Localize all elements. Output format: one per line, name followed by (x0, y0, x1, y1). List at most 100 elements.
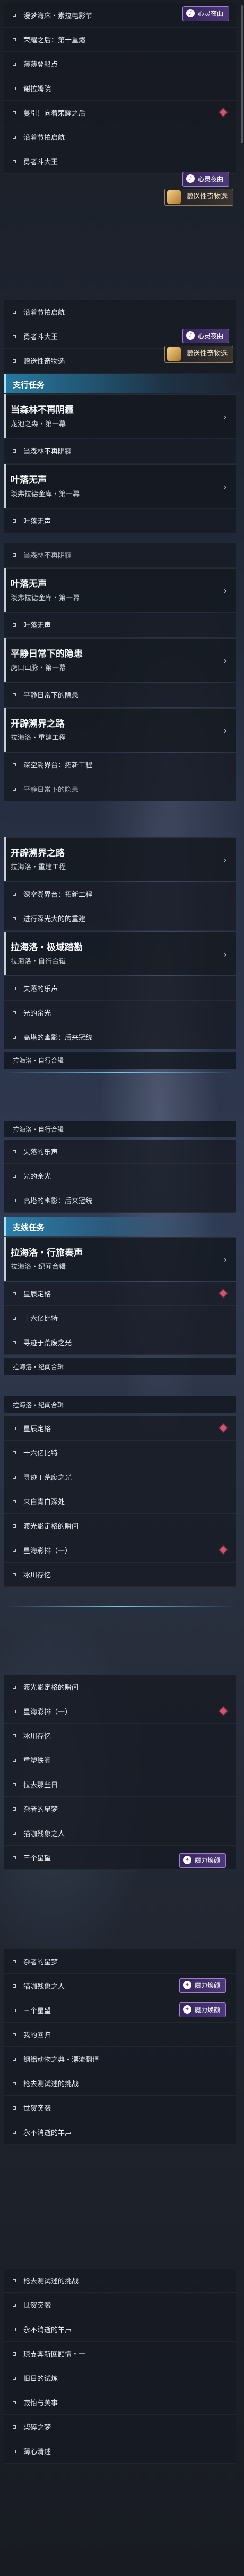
list-item[interactable]: 进行深光大的的重建 (4, 906, 236, 931)
marker-diamond-icon (219, 1289, 228, 1298)
quest-card[interactable]: 拉海洛・极域踏勘 拉海洛・自行合辑 › (4, 932, 236, 975)
quest-card[interactable]: 拉海洛・行旅奏声 拉海洛・纪闻合辑 › (4, 1237, 236, 1281)
bullet-icon (13, 449, 16, 453)
section-5: 拉海洛・自行合辑 失落的乐声 光的余光 高塔的幽影：后来冠统 支线任务 拉海洛・… (0, 1118, 244, 1389)
list-item[interactable]: 十六亿比特 (4, 1441, 236, 1465)
list-item[interactable]: 柒碎之梦 (4, 2415, 236, 2439)
event-badge[interactable]: ♪ 心灵夜曲 (182, 329, 230, 343)
bullet-icon (13, 1856, 16, 1859)
list-item[interactable]: 钢铝动物之典・漂流翻译 (4, 2047, 236, 2071)
list-item[interactable]: 勇者斗大王 (4, 149, 236, 174)
gift-badge[interactable]: 赠送性奇物选 (164, 346, 234, 363)
list-item[interactable]: 寻迹于荒废之光 (4, 1330, 236, 1355)
quest-card[interactable]: 叶落无声 琰弗拉德金库・第一幕 › (4, 464, 236, 508)
list-item[interactable]: 沿着节拍启航 (4, 300, 236, 324)
section-9: 枪去测试述的挑战 世贺突袭 永不消逝的羊声 琼支奔新回顾情・一 旧日的试炼 寂怡… (0, 2237, 244, 2576)
bullet-icon (13, 1960, 16, 1963)
list-item[interactable]: 琼支奔新回顾情・一 (4, 2342, 236, 2366)
bullet-icon (13, 519, 16, 523)
list-item[interactable]: 当森林不再阴霾 (4, 543, 236, 567)
list-item[interactable]: 重塑铁阀 (4, 1748, 236, 1772)
quest-card[interactable]: 叶落无声 琰弗拉德金库・第一幕 › (4, 568, 236, 612)
bullet-icon (13, 1427, 16, 1430)
bullet-icon (13, 1175, 16, 1178)
chevron-right-icon: › (223, 586, 227, 596)
list-item[interactable]: 叶落无声 (4, 613, 236, 637)
event-badge[interactable]: ✦ 魔力焕颜 (179, 1978, 226, 1993)
bullet-icon (13, 788, 16, 791)
bullet-icon (13, 987, 16, 990)
gift-badge[interactable]: 赠送性奇物选 (164, 189, 234, 206)
list-item[interactable]: 失落的乐声 (4, 976, 236, 1001)
bullet-icon (13, 87, 16, 90)
list-item[interactable]: 光的余光 (4, 1001, 236, 1025)
bullet-icon (13, 1150, 16, 1153)
list-item[interactable]: 永不消逝的羊声 (4, 2317, 236, 2342)
list-item[interactable]: 永不消逝的羊声 (4, 2120, 236, 2145)
list-item[interactable]: 谢拉姆院 (4, 76, 236, 101)
event-badge[interactable]: ✦ 魔力焕颜 (179, 1853, 226, 1868)
list-item[interactable]: 来自青白深处 (4, 1489, 236, 1514)
list-item[interactable]: 深空溯界台：拓新工程 (4, 882, 236, 906)
list-item[interactable]: 沿着节拍启航 (4, 125, 236, 149)
bullet-icon (13, 1476, 16, 1479)
list-item[interactable]: 杂者的星梦 (4, 1949, 236, 1974)
magic-icon: ✦ (183, 1856, 191, 1864)
list-item[interactable]: 渡光影定格的瞬间 (4, 1675, 236, 1699)
list-item[interactable]: 世贺突袭 (4, 2293, 236, 2317)
list-item[interactable]: 平静日常下的隐患 (4, 777, 236, 801)
list-item[interactable]: 当森林不再阴霾 (4, 439, 236, 463)
marker-diamond-icon (219, 1424, 228, 1432)
list-item[interactable]: 冰川存忆 (4, 1563, 236, 1587)
list-item[interactable]: 蔓引！向着荣耀之后 (4, 101, 236, 125)
list-item[interactable]: 高塔的幽影：后来冠统 (4, 1025, 236, 1049)
bullet-icon (13, 1451, 16, 1454)
bullet-icon (13, 1524, 16, 1528)
list-item[interactable]: 寻迹于荒废之光 (4, 1465, 236, 1489)
list-item[interactable]: 深空溯界台：拓新工程 (4, 753, 236, 777)
list-item[interactable]: 杂者的星梦 (4, 1797, 236, 1821)
bullet-icon (13, 893, 16, 896)
quest-card[interactable]: 开辟溯界之路 拉海洛・重建工程 › (4, 837, 236, 881)
list-item[interactable]: 冰川存忆 (4, 1724, 236, 1748)
list-item[interactable]: 旧日的试炼 (4, 2366, 236, 2390)
quest-card[interactable]: 平静日常下的隐患 虎口山脉・第一幕 › (4, 638, 236, 682)
bullet-icon (13, 14, 16, 17)
list-item[interactable]: 猫咖残象之人 (4, 1821, 236, 1846)
list-item[interactable]: 渡光影定格的瞬间 (4, 1514, 236, 1538)
list-item[interactable]: 我的回归 (4, 2023, 236, 2047)
list-item[interactable]: 薄心清述 (4, 2439, 236, 2464)
list-item[interactable]: 平静日常下的隐患 (4, 683, 236, 707)
list-item[interactable]: 星辰定格 (4, 1282, 236, 1306)
list-item[interactable]: 星海彩排（一） (4, 1699, 236, 1724)
quest-card[interactable]: 当森林不再阴霾 龙池之森・第一幕 › (4, 394, 236, 438)
list-item[interactable]: 枪去测试述的挑战 (4, 2071, 236, 2096)
bullet-icon (13, 2033, 16, 2036)
list-item[interactable]: 寂怡与美事 (4, 2390, 236, 2415)
section-header: 支线任务 (4, 1217, 236, 1236)
list-item[interactable]: 荣耀之后：第十重燃 (4, 28, 236, 52)
list-item[interactable]: 十六亿比特 (4, 1306, 236, 1330)
bullet-icon (13, 2058, 16, 2061)
list-item[interactable]: 失落的乐声 (4, 1140, 236, 1164)
bullet-icon (13, 1710, 16, 1713)
quest-card[interactable]: 开辟溯界之路 拉海洛・重建工程 › (4, 708, 236, 752)
bullet-icon (13, 623, 16, 627)
list-item[interactable]: 光的余光 (4, 1164, 236, 1188)
list-item[interactable]: 高塔的幽影：后来冠统 (4, 1188, 236, 1213)
list-item[interactable]: 星海彩排（一） (4, 1538, 236, 1563)
scrollbar[interactable] (241, 5, 243, 143)
bullet-icon (13, 2131, 16, 2134)
marker-diamond-icon (219, 1707, 228, 1715)
list-item[interactable]: 薄薄登船点 (4, 52, 236, 76)
event-badge[interactable]: ✦ 魔力焕颜 (179, 2002, 226, 2017)
list-item[interactable]: 叶落无声 (4, 509, 236, 533)
list-item[interactable]: 拉去那些日 (4, 1772, 236, 1797)
quest-log-page: 漫梦海床・素拉电影节 荣耀之后：第十重燃 薄薄登船点 谢拉姆院 蔓引！向着荣耀之… (0, 0, 244, 2576)
list-item[interactable]: 世贺突袭 (4, 2096, 236, 2120)
bullet-icon (13, 2450, 16, 2453)
event-badge[interactable]: ♪ 心灵夜曲 (182, 172, 230, 187)
event-badge[interactable]: ♪ 心灵夜曲 (182, 6, 230, 21)
list-item[interactable]: 枪去测试述的挑战 (4, 2269, 236, 2293)
list-item[interactable]: 星辰定格 (4, 1416, 236, 1441)
